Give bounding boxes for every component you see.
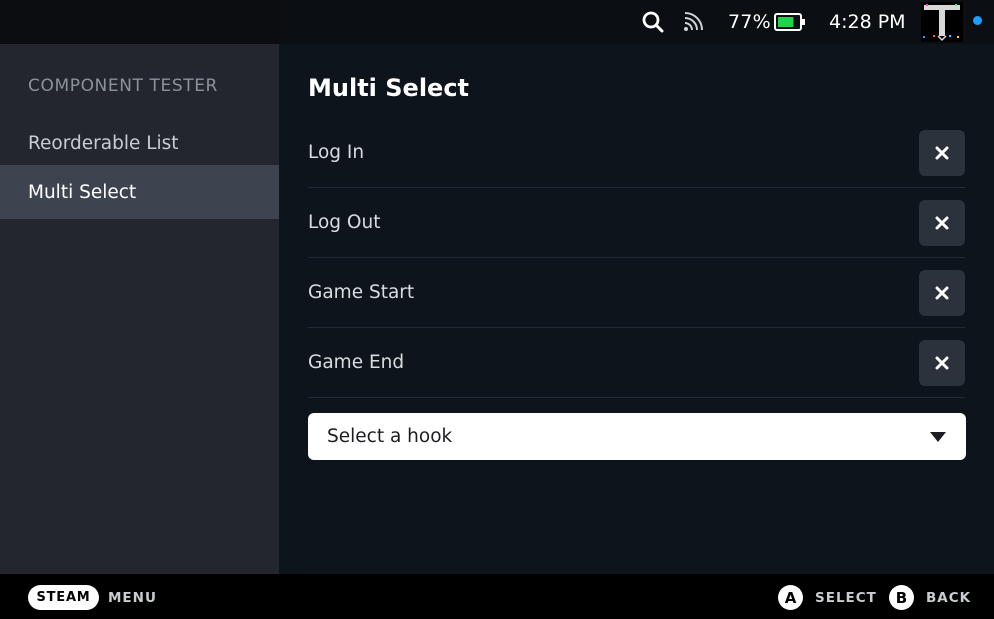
sidebar-item-label: Reorderable List (28, 132, 179, 154)
sidebar-item-label: Multi Select (28, 181, 137, 203)
list-item-game-end: Game End (308, 328, 965, 398)
close-icon (935, 216, 949, 230)
sidebar-title: COMPONENT TESTER (28, 76, 218, 96)
list-item-label: Log In (308, 142, 365, 163)
list-item-label: Log Out (308, 212, 381, 233)
menu-label: MENU (108, 589, 157, 606)
top-bar-left-area (0, 0, 279, 44)
list-item-label: Game Start (308, 282, 415, 303)
sidebar-item-multi-select[interactable]: Multi Select (0, 165, 279, 219)
page-title: Multi Select (308, 74, 470, 102)
dropdown-placeholder: Select a hook (327, 426, 453, 447)
sidebar: COMPONENT TESTER Reorderable List Multi … (0, 44, 279, 574)
remove-button[interactable] (919, 340, 965, 386)
top-status-bar: 77% 4:28 PM (0, 0, 994, 44)
select-label: SELECT (815, 589, 877, 606)
battery-icon (774, 0, 806, 44)
b-button-icon[interactable]: B (889, 585, 914, 610)
close-icon (935, 286, 949, 300)
list-item-label: Game End (308, 352, 405, 373)
remove-button[interactable] (919, 130, 965, 176)
list-item-game-start: Game Start (308, 258, 965, 328)
close-icon (935, 146, 949, 160)
a-button-icon[interactable]: A (778, 585, 803, 610)
cast-icon (683, 0, 705, 44)
search-icon[interactable] (642, 0, 664, 44)
clock: 4:28 PM (829, 11, 906, 33)
avatar[interactable] (921, 2, 963, 42)
hook-select-dropdown[interactable]: Select a hook (308, 413, 966, 460)
list-item-log-in: Log In (308, 118, 965, 188)
back-label: BACK (926, 589, 972, 606)
notification-dot (973, 16, 982, 25)
close-icon (935, 356, 949, 370)
steam-button[interactable]: STEAM (28, 585, 99, 610)
chevron-down-icon (930, 432, 946, 442)
remove-button[interactable] (919, 270, 965, 316)
list-item-log-out: Log Out (308, 188, 965, 258)
sidebar-item-reorderable-list[interactable]: Reorderable List (0, 116, 279, 170)
footer-bar: STEAM MENU A SELECT B BACK (0, 574, 994, 619)
main-panel: Multi Select Log In Log Out Game Start G… (279, 44, 994, 574)
battery-percent: 77% (728, 11, 771, 33)
remove-button[interactable] (919, 200, 965, 246)
